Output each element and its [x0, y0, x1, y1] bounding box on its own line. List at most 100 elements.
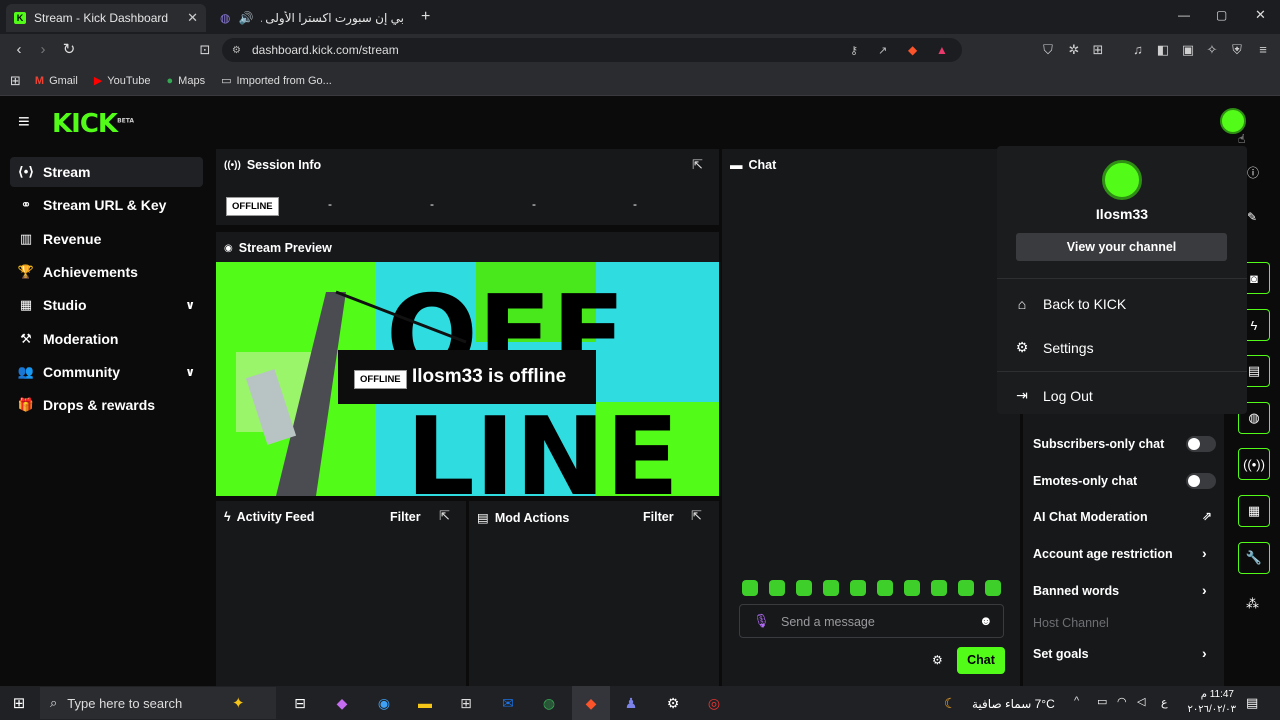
popout-icon[interactable]: ⇱: [692, 157, 703, 173]
store-icon[interactable]: ⊞: [456, 693, 476, 713]
task-view-icon[interactable]: ⊟: [290, 693, 310, 713]
info-icon[interactable]: ⓘ: [1247, 164, 1259, 181]
reload-icon[interactable]: ↻: [58, 40, 80, 60]
close-window-icon[interactable]: ✕: [1255, 7, 1266, 23]
bookmark-icon[interactable]: ⊡: [194, 40, 216, 60]
external-link-icon[interactable]: ⇗: [1202, 509, 1212, 523]
chat-send-button[interactable]: Chat: [957, 647, 1005, 674]
menu-icon[interactable]: ≡: [1255, 42, 1271, 58]
maximize-icon[interactable]: ▢: [1216, 8, 1227, 22]
view-channel-button[interactable]: View your channel: [1016, 233, 1227, 261]
teams-icon[interactable]: ♟: [621, 693, 641, 713]
chat-input[interactable]: 🎙 Send a message ☻: [739, 604, 1004, 638]
microphone-icon[interactable]: 🎙: [753, 613, 770, 629]
outlook-icon[interactable]: ✉: [498, 693, 518, 713]
minimize-icon[interactable]: —: [1178, 8, 1190, 22]
sidebar-item-revenue[interactable]: ▥ Revenue: [10, 224, 203, 254]
emote[interactable]: [904, 580, 920, 596]
bookmark-imported-folder[interactable]: ▭ Imported from Go...: [221, 74, 332, 88]
settings-gear-icon[interactable]: ⚙: [663, 693, 683, 713]
brave-rewards-icon[interactable]: ▲: [936, 43, 948, 57]
layout-action-button[interactable]: ▦: [1238, 495, 1270, 527]
bookmark-youtube[interactable]: ▶ YouTube: [94, 74, 151, 88]
apps-grid-icon[interactable]: ⊞: [10, 73, 21, 89]
screenshot-icon[interactable]: ⊞: [1090, 42, 1106, 58]
tools-action-button[interactable]: 🔧: [1238, 542, 1270, 574]
chat-settings-gear-icon[interactable]: ⚙: [932, 653, 943, 667]
sidebar-item-drops-rewards[interactable]: 🎁 Drops & rewards: [10, 390, 203, 420]
tab-bein-sports[interactable]: ◍ 🔊 بي إن سبورت اكسترا الأولى PANDA: [212, 4, 412, 32]
chevron-right-icon[interactable]: ›: [1202, 582, 1207, 598]
leo-icon[interactable]: ✧: [1204, 42, 1220, 58]
hamburger-menu-icon[interactable]: ≡: [18, 111, 30, 134]
emote[interactable]: [742, 580, 758, 596]
battery-icon[interactable]: ▭: [1097, 695, 1107, 708]
volume-icon[interactable]: ◁: [1137, 695, 1145, 708]
app-icon[interactable]: ◎: [704, 693, 724, 713]
sidebar-item-moderation[interactable]: ⚒ Moderation: [10, 324, 203, 354]
emote[interactable]: [796, 580, 812, 596]
file-explorer-icon[interactable]: ▬: [415, 693, 435, 713]
close-tab-icon[interactable]: ✕: [187, 10, 198, 26]
brave-taskbar-button[interactable]: ◆: [572, 686, 610, 720]
chrome-icon[interactable]: ◍: [539, 693, 559, 713]
popout-icon[interactable]: ⇱: [439, 508, 450, 524]
kick-logo[interactable]: KICKBETA: [52, 109, 134, 139]
chevron-down-icon[interactable]: ∨: [185, 298, 195, 312]
ai-chat-moderation-link[interactable]: AI Chat Moderation: [1033, 510, 1148, 524]
emote[interactable]: [877, 580, 893, 596]
banned-words[interactable]: Banned words: [1033, 584, 1119, 598]
clock-time[interactable]: 11:47 م: [1190, 689, 1234, 700]
brave-shield-icon[interactable]: ◆: [908, 43, 917, 57]
emoji-icon[interactable]: ☻: [979, 613, 993, 628]
sidebar-item-stream-url-key[interactable]: ⚭ Stream URL & Key: [10, 190, 203, 220]
shield-extension-icon[interactable]: ⛉: [1040, 42, 1056, 58]
account-age-restriction[interactable]: Account age restriction: [1033, 547, 1173, 561]
clock-date[interactable]: ٢٠٢٦/٠٢/٠٣: [1182, 704, 1236, 715]
set-goals[interactable]: Set goals: [1033, 647, 1089, 661]
windows-start-icon[interactable]: ⊞: [9, 693, 29, 713]
forward-icon[interactable]: ›: [32, 40, 54, 60]
notifications-icon[interactable]: ▤: [1246, 695, 1258, 711]
avatar[interactable]: [1220, 108, 1246, 134]
menu-item-back-to-kick[interactable]: ⌂ Back to KICK: [1015, 296, 1127, 312]
emote[interactable]: [931, 580, 947, 596]
subscribers-only-toggle[interactable]: [1186, 436, 1216, 452]
sidebar-item-stream[interactable]: ⟨•⟩ Stream: [10, 157, 203, 187]
connections-icon[interactable]: ⁂: [1246, 596, 1259, 612]
language-indicator[interactable]: ع: [1161, 696, 1168, 709]
sidebar-item-achievements[interactable]: 🏆 Achievements: [10, 257, 203, 287]
edge-icon[interactable]: ◉: [374, 693, 394, 713]
popout-icon[interactable]: ⇱: [691, 508, 702, 524]
new-tab-icon[interactable]: +: [421, 8, 430, 26]
wallet-icon[interactable]: ▣: [1180, 42, 1196, 58]
site-info-icon[interactable]: ⚙: [232, 45, 241, 56]
sidebar-icon[interactable]: ◧: [1155, 42, 1171, 58]
emote[interactable]: [769, 580, 785, 596]
emote[interactable]: [850, 580, 866, 596]
back-icon[interactable]: ‹: [8, 40, 30, 60]
share-icon[interactable]: ↗: [878, 44, 887, 57]
sidebar-item-community[interactable]: 👥 Community ∨: [10, 357, 203, 387]
tab-kick-dashboard[interactable]: K Stream - Kick Dashboard ✕: [6, 4, 206, 32]
bookmark-maps[interactable]: ● Maps: [167, 75, 206, 87]
key-icon[interactable]: ⚷: [850, 44, 858, 57]
sidebar-item-studio[interactable]: ▦ Studio ∨: [10, 290, 203, 320]
broadcast-action-button[interactable]: ((•)): [1238, 448, 1270, 480]
chevron-down-icon[interactable]: ∨: [185, 365, 195, 379]
filter-button[interactable]: Filter: [390, 510, 421, 524]
emote[interactable]: [958, 580, 974, 596]
filter-button[interactable]: Filter: [643, 510, 674, 524]
wifi-icon[interactable]: ◠: [1117, 695, 1127, 708]
emote[interactable]: [823, 580, 839, 596]
edit-icon[interactable]: ✎: [1247, 210, 1257, 224]
menu-item-settings[interactable]: ⚙ Settings: [1015, 339, 1094, 356]
extensions-icon[interactable]: ✲: [1066, 42, 1082, 58]
taskbar-search[interactable]: ⌕ Type here to search ✦: [40, 687, 276, 719]
emote[interactable]: [985, 580, 1001, 596]
chevron-right-icon[interactable]: ›: [1202, 645, 1207, 661]
chevron-up-icon[interactable]: ^: [1074, 695, 1079, 707]
vpn-icon[interactable]: ⛨: [1229, 42, 1245, 58]
url-field[interactable]: ⚙ dashboard.kick.com/stream ⚷ ↗ ◆ ▲: [222, 38, 962, 62]
bookmark-gmail[interactable]: M Gmail: [35, 75, 78, 87]
